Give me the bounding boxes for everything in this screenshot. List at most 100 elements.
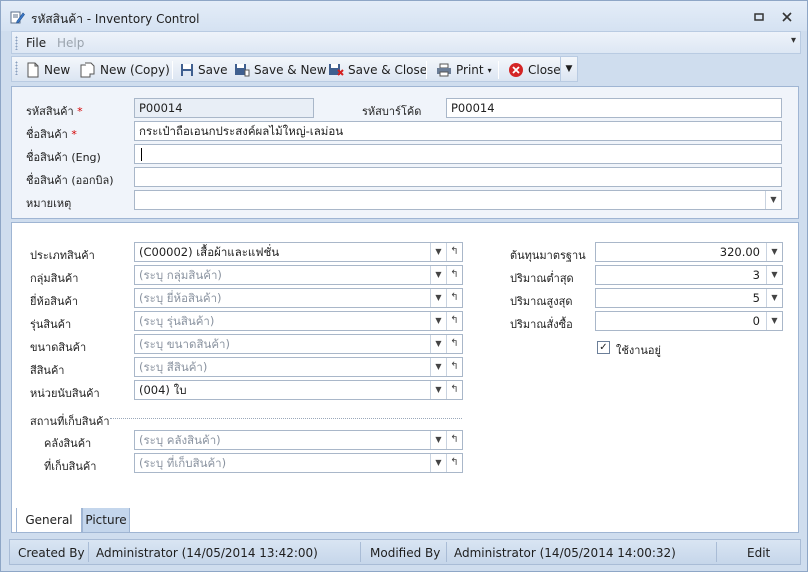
save-button-label: Save xyxy=(198,63,228,77)
window-title: รหัสสินค้า - Inventory Control xyxy=(31,12,200,26)
close-circle-icon xyxy=(509,63,523,77)
remark-label: หมายเหตุ xyxy=(26,197,72,210)
product-name-field[interactable]: กระเป๋าถือเอนกประสงค์ผลไม้ใหญ่-เลม่อน xyxy=(134,121,782,141)
dropdown-arrow-icon[interactable]: ▼ xyxy=(430,243,446,261)
group-label: กลุ่มสินค้า xyxy=(30,272,79,285)
active-checkbox[interactable]: ✓ xyxy=(597,341,610,354)
reset-icon[interactable]: ↰ xyxy=(446,243,462,261)
product-code-field[interactable]: P00014 xyxy=(134,98,314,118)
dropdown-arrow-icon[interactable]: ▼ xyxy=(430,335,446,353)
menu-help[interactable]: Help xyxy=(57,36,84,50)
reorder-qty-field[interactable]: 0 ▼ xyxy=(595,311,783,331)
min-qty-field[interactable]: 3 ▼ xyxy=(595,265,783,285)
save-close-button-label: Save & Close xyxy=(348,63,428,77)
reset-icon[interactable]: ↰ xyxy=(446,312,462,330)
toolbar-separator xyxy=(498,61,499,79)
size-combo[interactable]: (ระบุ ขนาดสินค้า) ▼ ↰ xyxy=(134,334,463,354)
close-button-label: Close xyxy=(528,63,561,77)
std-cost-field[interactable]: 320.00 ▼ xyxy=(595,242,783,262)
barcode-field[interactable]: P00014 xyxy=(446,98,782,118)
reset-icon[interactable]: ↰ xyxy=(446,454,462,472)
model-placeholder: (ระบุ รุ่นสินค้า) xyxy=(139,314,215,328)
model-combo[interactable]: (ระบุ รุ่นสินค้า) ▼ ↰ xyxy=(134,311,463,331)
size-label: ขนาดสินค้า xyxy=(30,341,87,354)
category-combo[interactable]: (C00002) เสื้อผ้าและแฟชั่น ▼ ↰ xyxy=(134,242,463,262)
category-label: ประเภทสินค้า xyxy=(30,249,95,262)
save-new-button-label: Save & New xyxy=(254,63,327,77)
storage-label: ที่เก็บสินค้า xyxy=(44,460,97,473)
min-qty-value: 3 xyxy=(752,268,760,282)
close-window-button[interactable] xyxy=(779,9,795,25)
product-name-bill-label: ชื่อสินค้า (ออกบิล) xyxy=(26,174,114,187)
storage-combo[interactable]: (ระบุ ที่เก็บสินค้า) ▼ ↰ xyxy=(134,453,463,473)
menubar-grip[interactable] xyxy=(15,36,18,50)
dropdown-arrow-icon[interactable]: ▼ xyxy=(766,243,782,261)
save-new-icon xyxy=(235,64,250,77)
chevron-down-icon: ▼ xyxy=(565,64,573,74)
inventory-window: รหัสสินค้า - Inventory Control File Help… xyxy=(0,0,808,572)
created-by-value: Administrator (14/05/2014 13:42:00) xyxy=(96,546,318,560)
warehouse-combo[interactable]: (ระบุ คลังสินค้า) ▼ ↰ xyxy=(134,430,463,450)
dropdown-arrow-icon[interactable]: ▼ xyxy=(430,312,446,330)
new-button[interactable]: New xyxy=(26,60,70,80)
dropdown-arrow-icon[interactable]: ▼ xyxy=(430,431,446,449)
category-value: (C00002) เสื้อผ้าและแฟชั่น xyxy=(139,245,280,259)
dropdown-arrow-icon[interactable]: ▼ xyxy=(766,289,782,307)
brand-placeholder: (ระบุ ยี่ห้อสินค้า) xyxy=(139,291,222,305)
group-combo[interactable]: (ระบุ กลุ่มสินค้า) ▼ ↰ xyxy=(134,265,463,285)
close-button[interactable]: Close xyxy=(508,60,561,80)
brand-combo[interactable]: (ระบุ ยี่ห้อสินค้า) ▼ ↰ xyxy=(134,288,463,308)
save-new-button[interactable]: Save & New xyxy=(234,60,327,80)
product-name-eng-label: ชื่อสินค้า (Eng) xyxy=(26,151,101,164)
max-qty-field[interactable]: 5 ▼ xyxy=(595,288,783,308)
dropdown-arrow-icon[interactable]: ▼ xyxy=(430,266,446,284)
reset-icon[interactable]: ↰ xyxy=(446,289,462,307)
color-combo[interactable]: (ระบุ สีสินค้า) ▼ ↰ xyxy=(134,357,463,377)
new-copy-button-label: New (Copy) xyxy=(100,63,170,77)
status-separator xyxy=(360,542,361,562)
tab-general[interactable]: General xyxy=(16,508,82,533)
close-icon xyxy=(782,12,792,22)
print-button-label: Print xyxy=(456,63,484,77)
product-name-label: ชื่อสินค้า * xyxy=(26,128,77,141)
product-name-bill-field[interactable] xyxy=(134,167,782,187)
min-qty-label: ปริมาณต่ำสุด xyxy=(510,272,574,285)
save-close-icon xyxy=(329,64,344,76)
dropdown-arrow-icon[interactable]: ▼ xyxy=(430,454,446,472)
toolbar-overflow-button[interactable]: ▼ xyxy=(560,57,577,81)
print-button[interactable]: Print ▾ xyxy=(436,60,492,80)
product-name-eng-field[interactable] xyxy=(134,144,782,164)
model-label: รุ่นสินค้า xyxy=(30,318,72,331)
group-divider xyxy=(110,418,462,419)
reset-icon[interactable]: ↰ xyxy=(446,335,462,353)
new-copy-button[interactable]: New (Copy) xyxy=(80,60,170,80)
unit-combo[interactable]: (004) ใบ ▼ ↰ xyxy=(134,380,463,400)
toolbar: New New (Copy) Save Save & New Save & Cl… xyxy=(11,56,578,82)
tab-picture[interactable]: Picture xyxy=(82,508,130,533)
reset-icon[interactable]: ↰ xyxy=(446,431,462,449)
dropdown-arrow-icon[interactable]: ▼ xyxy=(430,358,446,376)
modified-by-value: Administrator (14/05/2014 14:00:32) xyxy=(454,546,676,560)
print-dropdown-icon: ▾ xyxy=(487,65,492,75)
dropdown-arrow-icon[interactable]: ▼ xyxy=(766,312,782,330)
toolbar-grip[interactable] xyxy=(15,61,18,75)
dropdown-arrow-icon[interactable]: ▼ xyxy=(766,266,782,284)
dropdown-arrow-icon[interactable]: ▼ xyxy=(765,191,781,209)
location-group-label: สถานที่เก็บสินค้า xyxy=(30,415,110,428)
dropdown-arrow-icon[interactable]: ▼ xyxy=(430,381,446,399)
reset-icon[interactable]: ↰ xyxy=(446,266,462,284)
toolbar-separator xyxy=(172,61,173,79)
save-icon xyxy=(181,64,193,76)
save-close-button[interactable]: Save & Close xyxy=(328,60,427,80)
save-button[interactable]: Save xyxy=(180,60,227,80)
dropdown-arrow-icon[interactable]: ▼ xyxy=(430,289,446,307)
reset-icon[interactable]: ↰ xyxy=(446,358,462,376)
reset-icon[interactable]: ↰ xyxy=(446,381,462,399)
restore-button[interactable] xyxy=(751,9,767,25)
chevron-down-icon[interactable]: ▾ xyxy=(791,35,796,46)
menu-file[interactable]: File xyxy=(26,36,46,50)
mode-indicator: Edit xyxy=(747,546,771,560)
std-cost-value: 320.00 xyxy=(719,245,760,259)
remark-field[interactable]: ▼ xyxy=(134,190,782,210)
status-separator xyxy=(88,542,89,562)
